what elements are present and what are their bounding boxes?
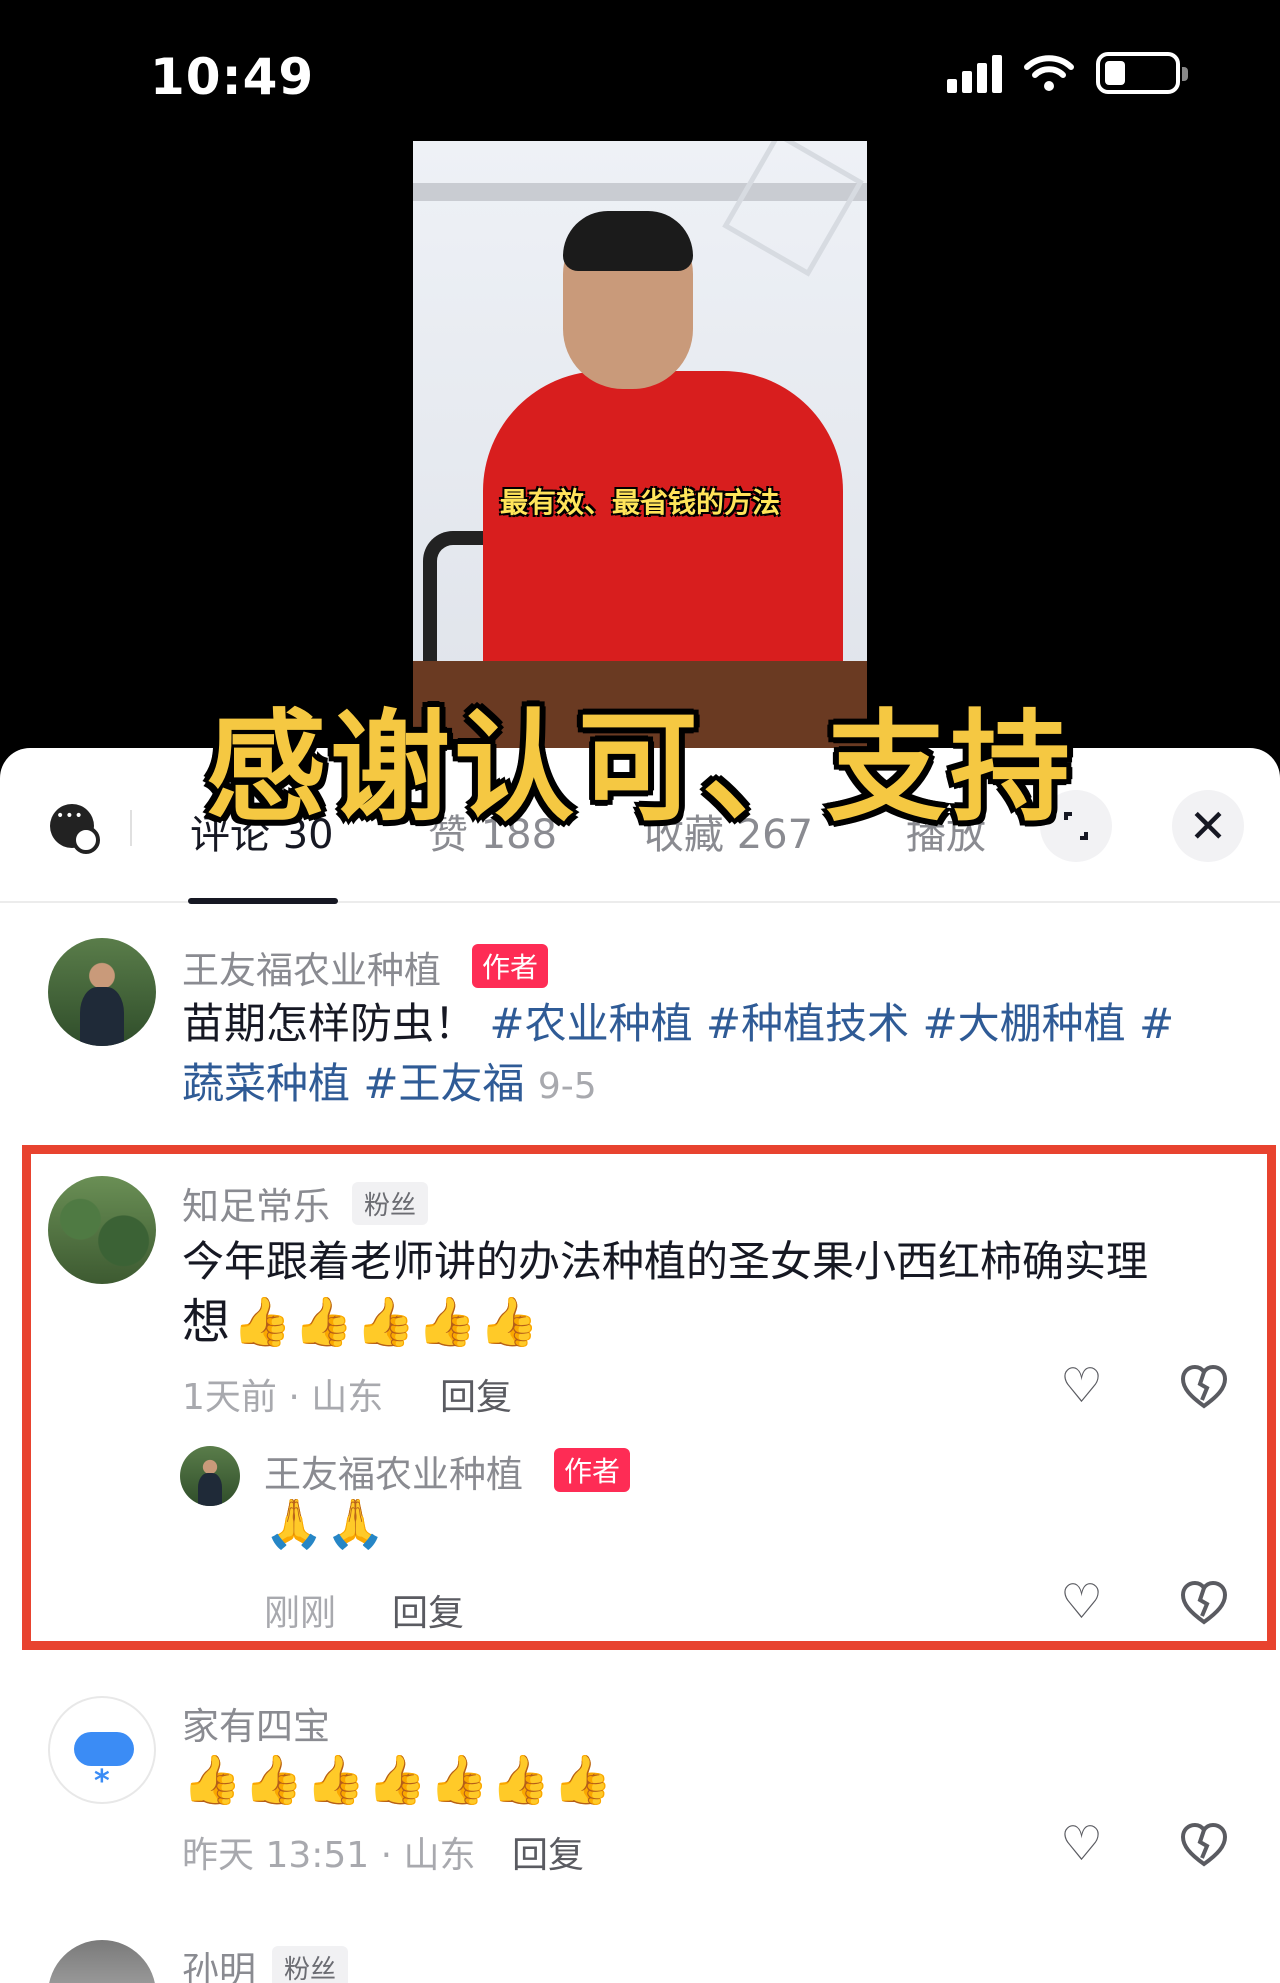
post-hashtags-line2[interactable]: 蔬菜种植 #王友福 [182,1059,525,1108]
person-hair [563,211,693,271]
commenter-avatar[interactable] [48,1940,156,1983]
commenter-name[interactable]: 孙明 [182,1940,256,1983]
post-author-name[interactable]: 王友福农业种植 [182,940,441,994]
broken-heart-icon[interactable] [1180,1822,1228,1868]
author-avatar[interactable] [48,938,156,1046]
post-hashtags-line1[interactable]: #农业种植 #种植技术 #大棚种植 # [489,999,1174,1048]
person-shirt [483,371,843,701]
post-date: 9-5 [537,1066,597,1107]
heart-outline-icon[interactable]: ♡ [1060,1820,1103,1868]
background-hexagon-shelf [722,141,864,277]
active-tab-indicator [188,898,338,904]
status-icons [947,52,1188,94]
battery-icon [1096,52,1188,94]
comment-text: 👍👍👍👍👍👍👍 [182,1752,615,1808]
post-text: 苗期怎样防虫！ #农业种植 #种植技术 #大棚种植 # 蔬菜种植 #王友福 9-… [182,994,1242,1117]
video-frame[interactable]: 最有效、最省钱的方法 [413,141,867,751]
post-title: 苗期怎样防虫！ [182,999,477,1048]
video-caption: 最有效、最省钱的方法 [499,486,780,519]
cellular-signal-icon [947,53,1002,93]
overlay-title: 感谢认可、支持 [206,699,1074,838]
commenter-avatar[interactable] [48,1696,156,1804]
status-time: 10:49 [150,48,315,106]
reply-button[interactable]: 回复 [512,1826,584,1878]
highlight-box [22,1145,1276,1650]
comment-meta: 昨天 13:51 · 山东 [182,1835,476,1876]
author-badge: 作者 [472,944,549,988]
commenter-name[interactable]: 家有四宝 [182,1696,330,1750]
wifi-icon [1024,55,1074,91]
fan-badge: 粉丝 [272,1946,349,1983]
